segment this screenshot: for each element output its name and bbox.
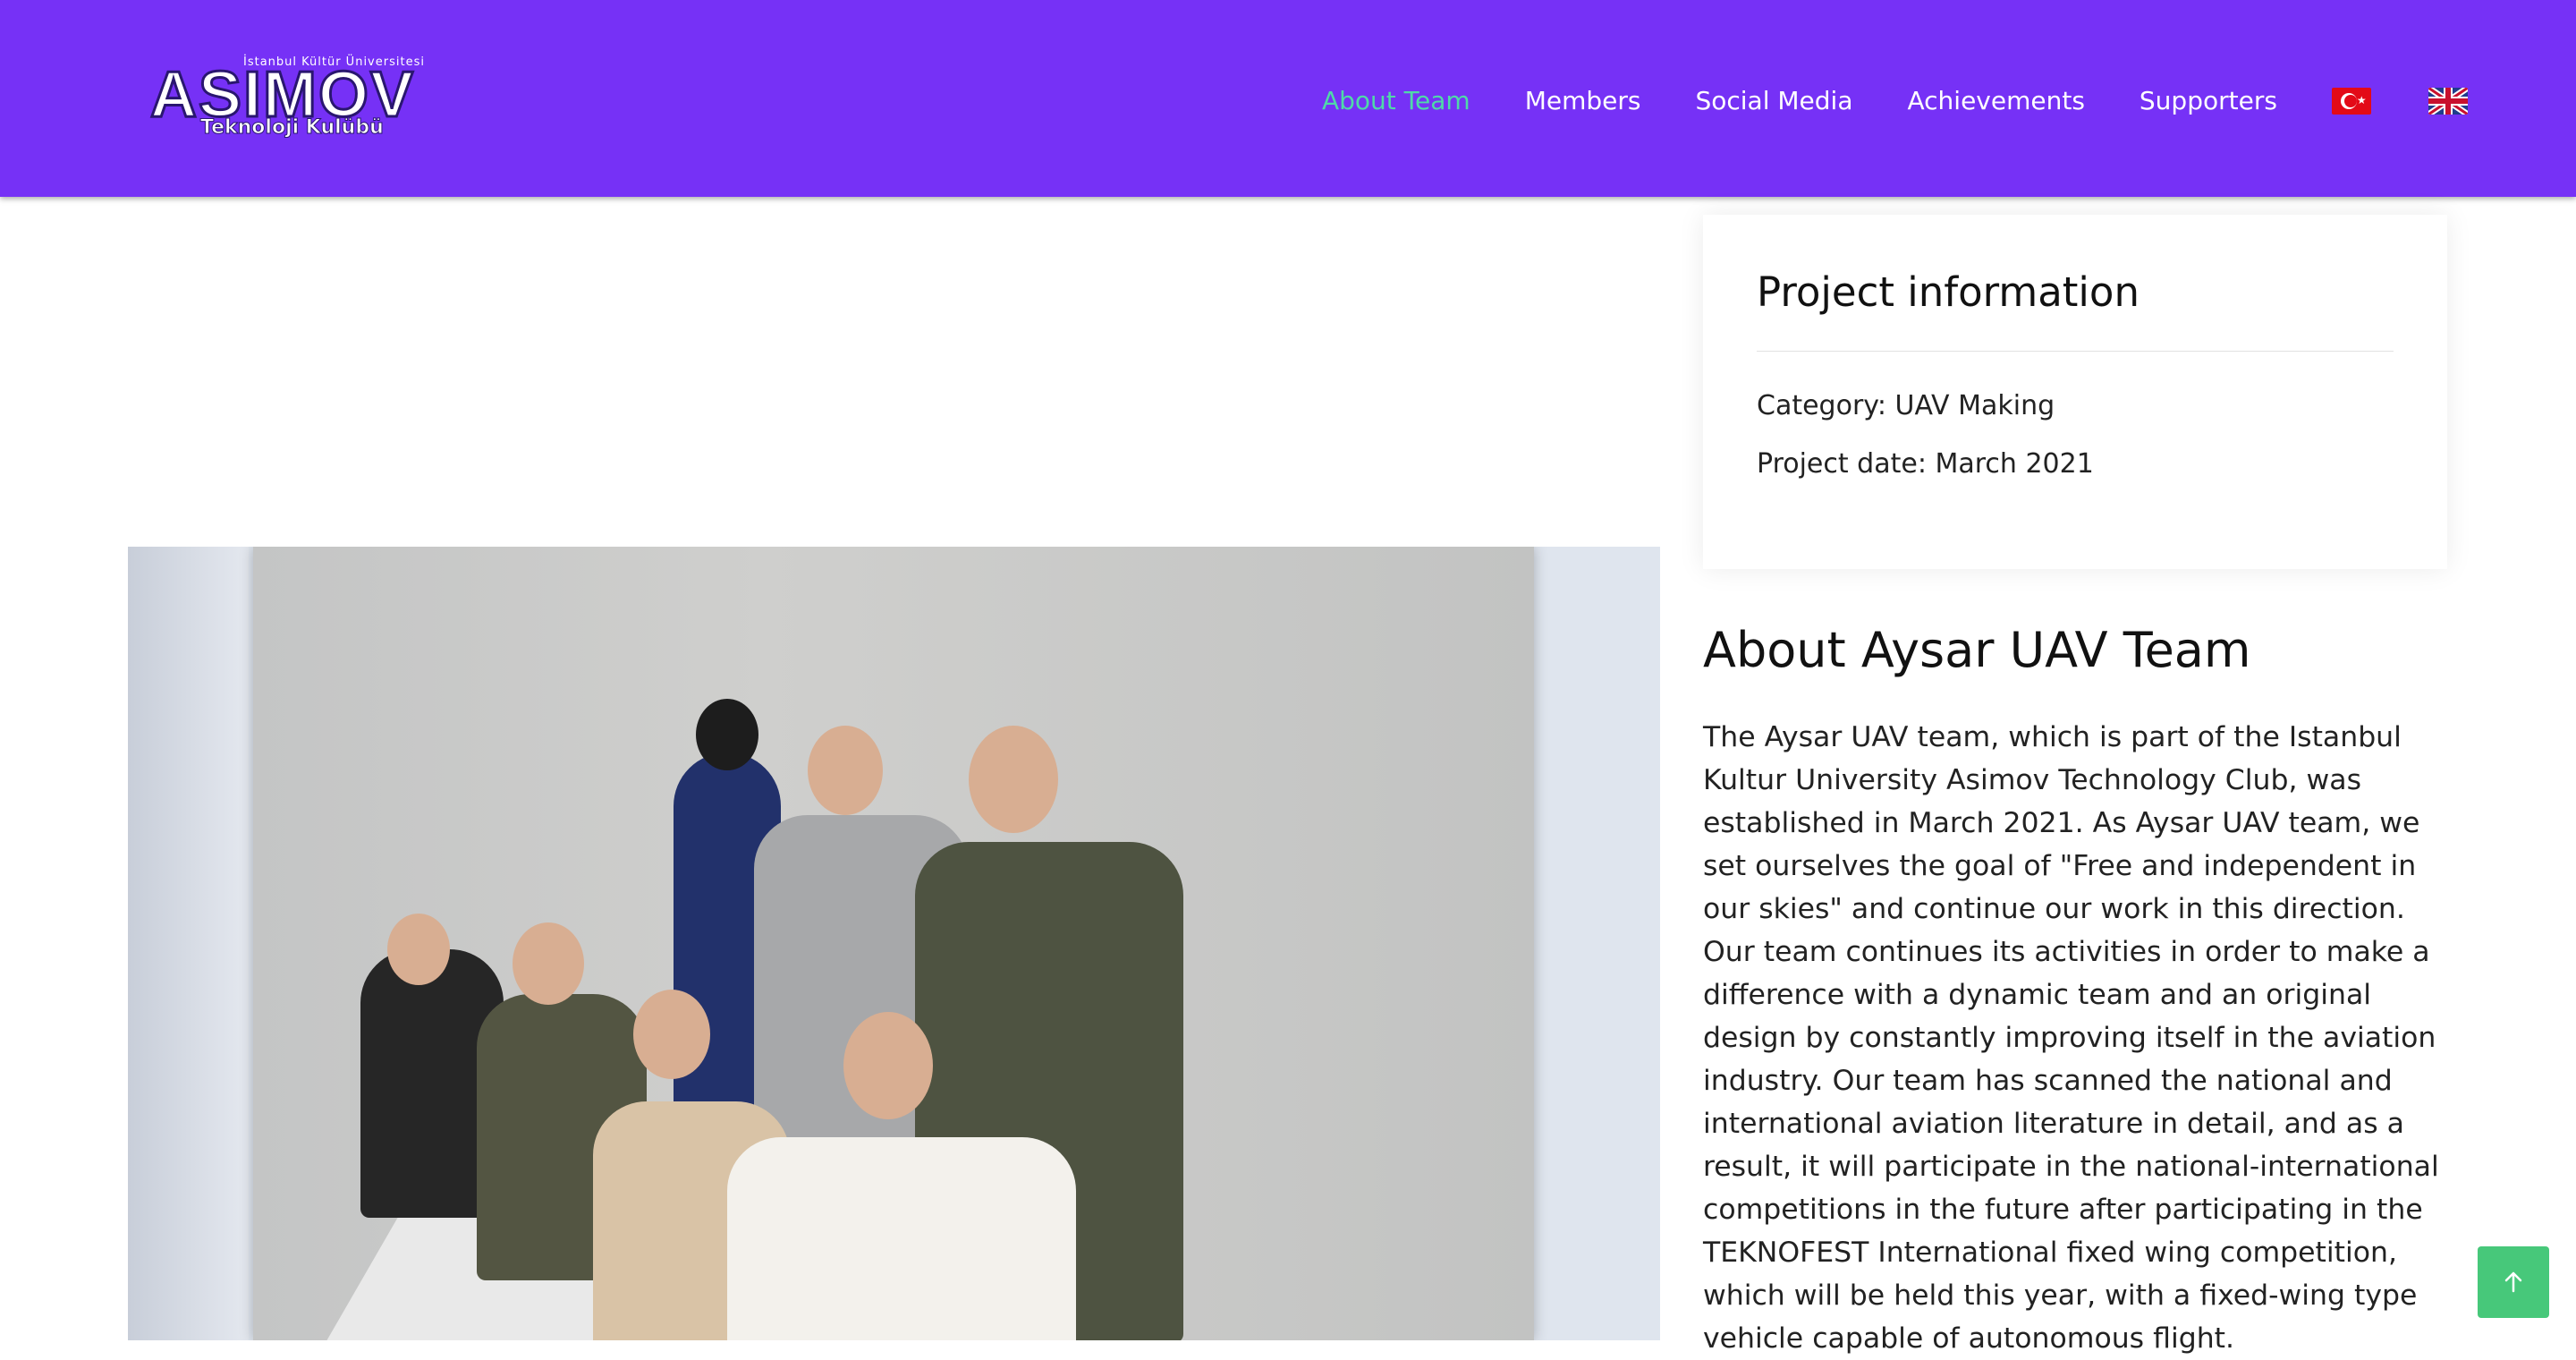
- nav-social-media[interactable]: Social Media: [1695, 86, 1852, 115]
- team-photo: [253, 547, 1534, 1340]
- photo-background-blur: [128, 547, 249, 1340]
- project-date: Project date: March 2021: [1757, 448, 2094, 480]
- project-info-title: Project information: [1757, 268, 2140, 316]
- divider: [1757, 351, 2394, 352]
- top-navbar: İstanbul Kültür Üniversitesi ASIMOV Tekn…: [0, 0, 2576, 197]
- arrow-up-icon: [2504, 1271, 2522, 1293]
- nav-achievements[interactable]: Achievements: [1907, 86, 2084, 115]
- back-to-top-button[interactable]: [2478, 1246, 2549, 1318]
- project-category: Category: UAV Making: [1757, 390, 2055, 421]
- turkish-flag-icon[interactable]: ★: [2331, 87, 2371, 115]
- main-nav: About Team Members Social Media Achievem…: [1322, 86, 2468, 115]
- project-info-card: Project information Category: UAV Making…: [1703, 215, 2447, 569]
- team-photo-frame: [128, 547, 1660, 1340]
- logo-subtitle: Teknoloji Kulübü: [200, 116, 385, 140]
- about-description: The Aysar UAV team, which is part of the…: [1703, 721, 2439, 1355]
- nav-about-team[interactable]: About Team: [1322, 86, 1470, 115]
- nav-supporters[interactable]: Supporters: [2140, 86, 2277, 115]
- club-logo[interactable]: İstanbul Kültür Üniversitesi ASIMOV Tekn…: [148, 55, 423, 141]
- about-title: About Aysar UAV Team: [1703, 622, 2251, 678]
- uk-flag-icon[interactable]: [2428, 87, 2468, 115]
- nav-members[interactable]: Members: [1525, 86, 1641, 115]
